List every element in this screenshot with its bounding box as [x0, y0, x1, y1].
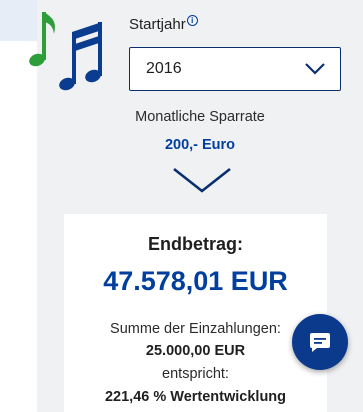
- start-year-label-text: Startjahr: [129, 16, 186, 33]
- chat-icon: [310, 333, 330, 352]
- final-amount: 47.578,01 EUR: [103, 266, 288, 296]
- result-title: Endbetrag:: [147, 234, 243, 254]
- music-notes-icon: [29, 12, 102, 91]
- growth-value: 221,46 % Wertentwicklung: [104, 389, 287, 405]
- savings-rate-label: Monatliche Sparrate: [135, 109, 265, 125]
- deposits-sum-value: 25.000,00 EUR: [145, 343, 246, 359]
- start-year-select[interactable]: 2016: [129, 47, 341, 91]
- chevron-down-icon: [305, 63, 325, 75]
- savings-rate-value: 200,- Euro: [164, 137, 236, 153]
- deposits-sum-label: Summe der Einzahlungen:: [110, 321, 281, 337]
- expand-chevron-icon[interactable]: [170, 166, 234, 194]
- chat-button[interactable]: [292, 314, 348, 370]
- calculator-page: Startjahr i 2016 Monatliche Sparrate 200,…: [0, 0, 363, 412]
- start-year-value: 2016: [146, 60, 182, 77]
- info-icon[interactable]: i: [186, 15, 198, 26]
- result-card: Endbetrag: 47.578,01 EUR Summe der Einza…: [64, 214, 327, 412]
- start-year-label: Startjahr i: [129, 15, 198, 33]
- equals-label: entspricht:: [162, 366, 229, 382]
